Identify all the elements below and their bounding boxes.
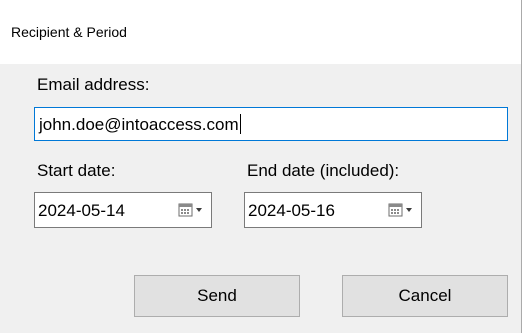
calendar-dropdown-icon[interactable] bbox=[387, 201, 417, 219]
email-value: john.doe@intoaccess.com bbox=[39, 114, 241, 134]
start-date-picker[interactable]: 2024-05-14 bbox=[34, 192, 212, 228]
dialog-window: Recipient & Period Email address: john.d… bbox=[0, 0, 522, 333]
email-label: Email address: bbox=[37, 75, 150, 94]
start-date-value: 2024-05-14 bbox=[38, 201, 125, 220]
text-caret bbox=[239, 114, 241, 134]
title-bar[interactable]: Recipient & Period bbox=[0, 0, 521, 64]
send-button[interactable]: Send bbox=[134, 275, 300, 317]
end-date-label: End date (included): bbox=[247, 161, 400, 180]
email-input[interactable]: john.doe@intoaccess.com bbox=[34, 107, 508, 141]
calendar-dropdown-icon[interactable] bbox=[177, 201, 207, 219]
start-date-label: Start date: bbox=[37, 161, 116, 180]
cancel-button[interactable]: Cancel bbox=[342, 275, 508, 317]
background-outside-window bbox=[522, 0, 532, 333]
end-date-value: 2024-05-16 bbox=[248, 201, 335, 220]
window-title: Recipient & Period bbox=[11, 24, 127, 40]
end-date-picker[interactable]: 2024-05-16 bbox=[244, 192, 422, 228]
